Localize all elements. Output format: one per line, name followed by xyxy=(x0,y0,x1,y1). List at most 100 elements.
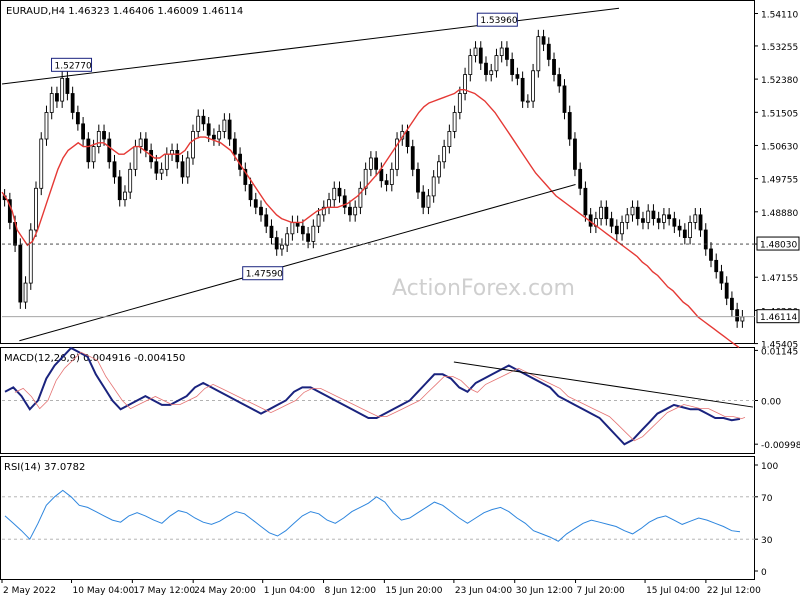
candle-body xyxy=(75,112,80,125)
x-tick-label: 10 May 04:00 xyxy=(73,586,135,596)
candle-body xyxy=(630,206,635,216)
candle-body xyxy=(232,138,237,155)
trendline xyxy=(19,184,576,342)
candle-body xyxy=(248,184,253,201)
x-tick-label: 23 Jun 04:00 xyxy=(455,586,512,596)
candle-body xyxy=(44,112,49,140)
candle-body xyxy=(651,210,656,220)
candle-body xyxy=(667,214,672,220)
candle-body xyxy=(128,168,133,193)
candle-body xyxy=(138,138,143,147)
price-level-label: 1.46114 xyxy=(760,313,797,323)
price-y-tick-label: 1.48880 xyxy=(761,209,798,219)
candle-body xyxy=(117,176,122,201)
candle-body xyxy=(604,206,609,220)
candle-body xyxy=(682,229,687,238)
x-tick-label: 22 Jul 12:00 xyxy=(707,586,761,596)
x-tick-label: 30 Jun 12:00 xyxy=(516,586,573,596)
candle-body xyxy=(285,233,290,246)
macd-y-tick-label: 0.00 xyxy=(761,398,781,408)
swing-annotation-label: 1.52770 xyxy=(55,61,92,71)
candle-body xyxy=(709,248,713,261)
macd-signal-line xyxy=(14,351,746,442)
candle-body xyxy=(672,218,677,227)
rsi-y-tick-label: 70 xyxy=(761,494,773,504)
chart-root: EURAUD,H4 1.46323 1.46406 1.46009 1.4611… xyxy=(0,0,800,600)
candle-body xyxy=(280,244,284,250)
candle-body xyxy=(159,168,164,174)
candle-body xyxy=(442,146,447,163)
x-tick-label: 24 May 20:00 xyxy=(194,586,256,596)
candle-body xyxy=(416,168,420,193)
watermark: ActionForex.com xyxy=(392,276,575,301)
swing-annotation-label: 1.47590 xyxy=(246,270,283,280)
candle-body xyxy=(133,146,138,170)
candle-body xyxy=(191,131,195,159)
candle-body xyxy=(546,43,551,60)
x-tick-label: 1 Jun 04:00 xyxy=(264,586,316,596)
candle-body xyxy=(18,244,23,303)
candle-body xyxy=(264,214,269,227)
candle-body xyxy=(86,138,91,163)
candle-body xyxy=(489,70,494,75)
candle-body xyxy=(515,74,520,79)
candle-body xyxy=(641,218,645,223)
candle-body xyxy=(536,36,541,72)
candle-body xyxy=(374,157,379,170)
macd-y-tick-label: 0.01145 xyxy=(761,347,798,357)
candle-body xyxy=(91,146,96,163)
candle-body xyxy=(311,225,316,242)
candle-body xyxy=(410,146,415,170)
candle-body xyxy=(55,93,59,102)
candle-body xyxy=(389,168,394,185)
candle-body xyxy=(196,115,201,132)
rsi-panel-frame xyxy=(0,456,755,580)
candle-body xyxy=(677,225,682,231)
candle-body xyxy=(96,131,101,147)
candle-body xyxy=(107,138,112,163)
candle-body xyxy=(599,206,604,220)
candle-body xyxy=(583,187,588,216)
x-tick-label: 7 Jul 20:00 xyxy=(577,586,626,596)
candle-body xyxy=(447,131,452,147)
candle-body xyxy=(573,138,577,170)
candle-body xyxy=(316,214,321,227)
candle-body xyxy=(578,168,583,189)
candle-body xyxy=(112,161,117,178)
candle-body xyxy=(719,271,724,284)
trendline xyxy=(1,7,620,85)
price-level-label: 1.48030 xyxy=(760,241,797,251)
candle-body xyxy=(431,176,436,197)
price-y-tick-label: 1.53255 xyxy=(761,43,798,53)
candle-body xyxy=(123,191,127,201)
candle-body xyxy=(661,214,666,223)
macd-y-tick-label: -0.009985 xyxy=(761,441,800,451)
candle-body xyxy=(368,157,373,170)
candle-body xyxy=(525,100,530,103)
rsi-header: RSI(14) 37.0782 xyxy=(4,462,85,473)
candle-body xyxy=(405,131,410,147)
candle-body xyxy=(473,47,478,56)
chart-svg: EURAUD,H4 1.46323 1.46406 1.46009 1.4611… xyxy=(0,0,800,596)
candle-body xyxy=(688,222,692,238)
candle-body xyxy=(143,138,148,151)
candle-body xyxy=(735,309,740,322)
rsi-y-tick-label: 0 xyxy=(761,568,767,578)
candle-body xyxy=(484,62,488,75)
candle-body xyxy=(269,225,274,238)
candle-body xyxy=(175,149,180,163)
candle-body xyxy=(510,58,515,75)
candle-body xyxy=(337,187,342,197)
candle-body xyxy=(478,47,483,64)
candle-body xyxy=(421,191,426,208)
candle-body xyxy=(714,259,719,273)
x-axis: 2 May 2022 10 May 04:00 17 May 12:00 24 May… xyxy=(1,579,761,596)
candle-body xyxy=(185,157,190,178)
candle-body xyxy=(65,77,70,94)
candle-body xyxy=(212,134,216,140)
candle-body xyxy=(28,229,33,284)
candle-body xyxy=(81,123,86,140)
price-y-tick-label: 1.49755 xyxy=(761,176,798,186)
candle-body xyxy=(609,218,614,227)
candle-body xyxy=(437,161,441,178)
